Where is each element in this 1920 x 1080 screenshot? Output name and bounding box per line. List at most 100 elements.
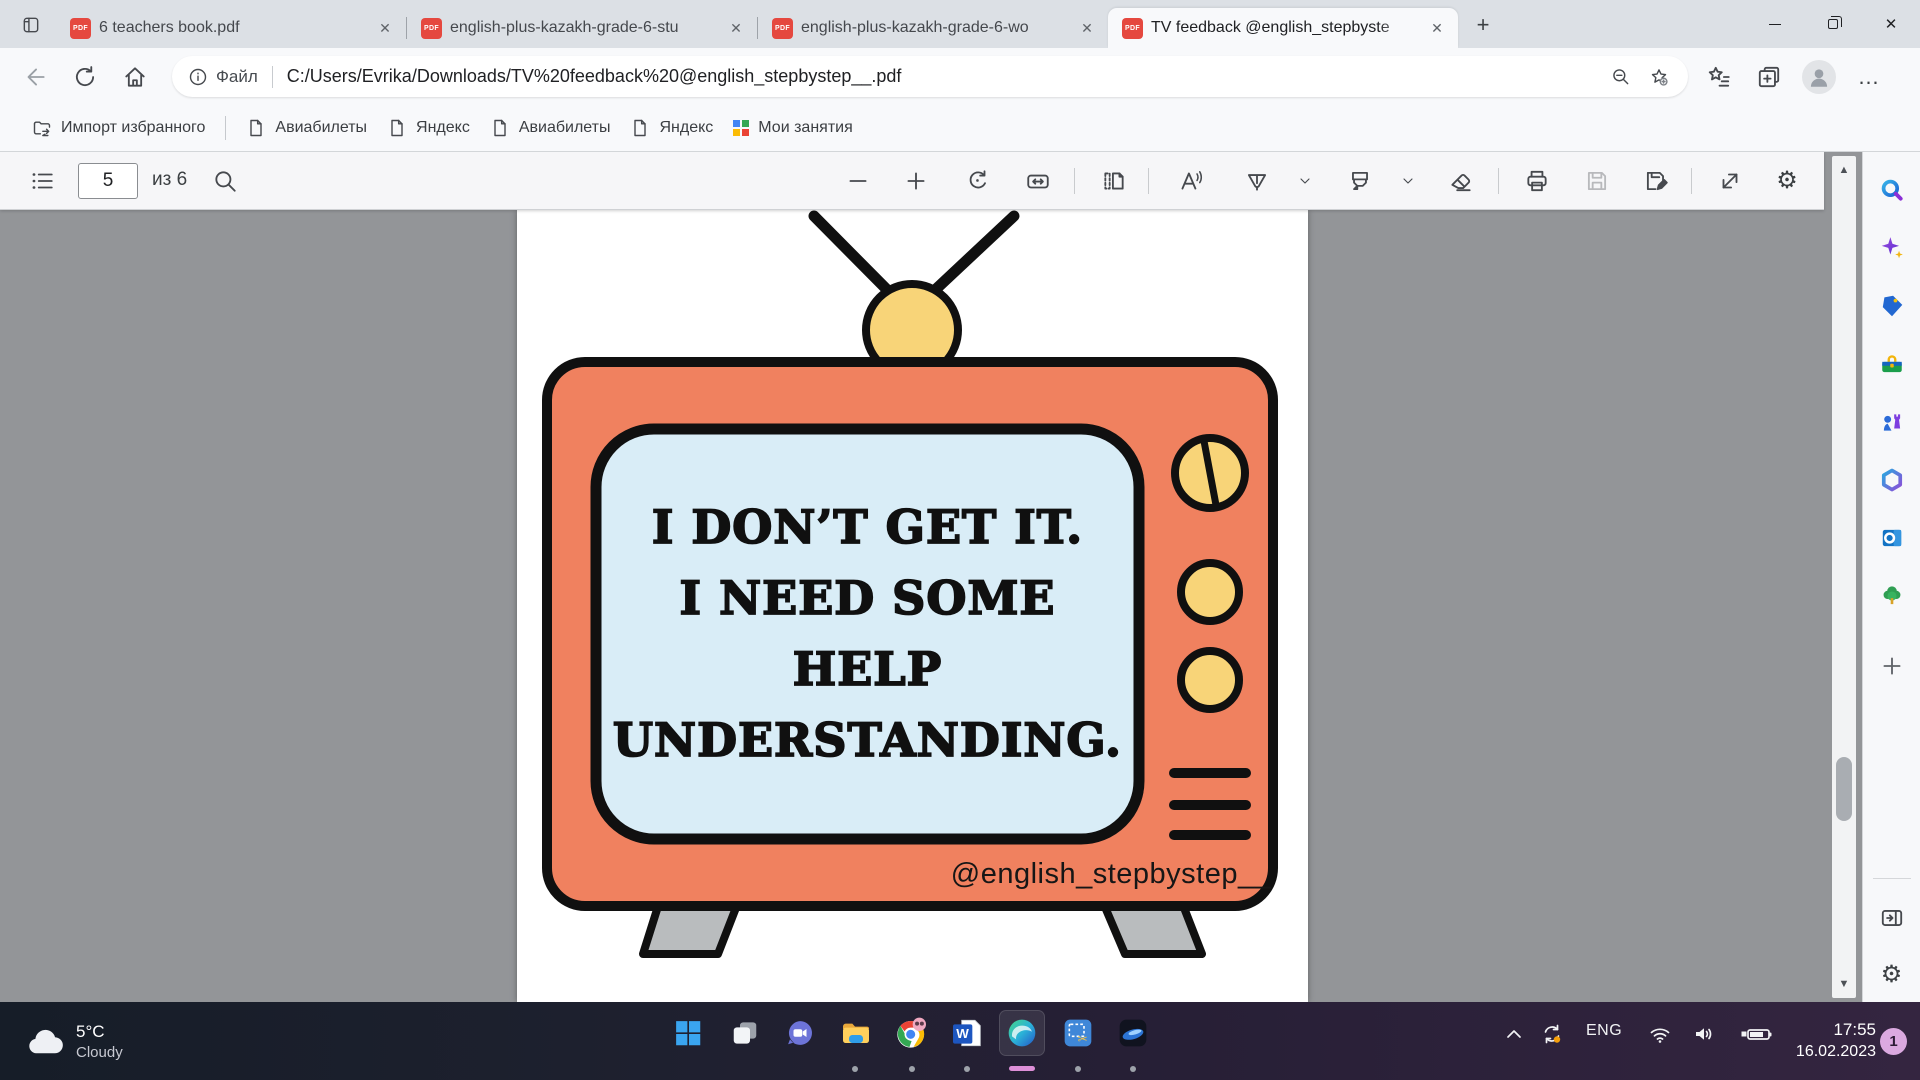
tv-knob-2 (1181, 563, 1239, 621)
task-view-button[interactable] (722, 1010, 768, 1056)
date-label: 16.02.2023 (1796, 1041, 1876, 1062)
tray-wifi-button[interactable] (1648, 1022, 1672, 1046)
svg-text:✂: ✂ (1078, 1032, 1088, 1046)
pdf-contents-button[interactable] (25, 164, 59, 198)
highlighter-icon (1347, 168, 1373, 194)
sidebar-copilot-button[interactable] (1873, 229, 1911, 267)
close-window-button[interactable]: ✕ (1862, 0, 1920, 48)
chrome-button[interactable] (889, 1010, 935, 1056)
refresh-button[interactable] (68, 60, 102, 94)
tray-update-button[interactable] (1540, 1022, 1564, 1046)
sidebar-add-button[interactable] (1873, 647, 1911, 685)
snipping-tool-button[interactable]: ✂ (1055, 1010, 1101, 1056)
fit-width-button[interactable] (1021, 164, 1055, 198)
highlight-button[interactable] (1343, 164, 1377, 198)
read-aloud-button[interactable] (1173, 164, 1207, 198)
tray-volume-button[interactable] (1692, 1022, 1716, 1046)
pdf-scrollbar[interactable]: ▲ ▼ (1832, 156, 1856, 998)
sidebar-outlook-button[interactable] (1873, 519, 1911, 557)
pdf-toolbar: из 6 ⚙ (0, 152, 1824, 210)
scrollbar-thumb[interactable] (1836, 757, 1852, 821)
draw-button[interactable] (1240, 164, 1274, 198)
page-number-input[interactable] (78, 163, 138, 199)
bookmark-item[interactable]: Яндекс (620, 112, 723, 144)
clock-widget[interactable]: 17:55 16.02.2023 (1796, 1018, 1876, 1062)
grid-favicon (733, 120, 749, 136)
restore-icon (1828, 19, 1838, 29)
app-blue-swoosh-button[interactable] (1110, 1010, 1156, 1056)
zoom-out-button[interactable] (841, 164, 875, 198)
tab-2[interactable]: PDF english-plus-kazakh-grade-6-stu ✕ (407, 8, 757, 48)
add-favorite-button[interactable] (1644, 62, 1674, 92)
new-tab-button[interactable]: + (1468, 10, 1498, 40)
address-bar[interactable]: Файл C:/Users/Evrika/Downloads/TV%20feed… (172, 56, 1688, 97)
tab-bar: PDF 6 teachers book.pdf ✕ PDF english-pl… (0, 0, 1920, 48)
browser-menu-button[interactable]: … (1852, 60, 1886, 94)
tab-1[interactable]: PDF 6 teachers book.pdf ✕ (56, 8, 406, 48)
ellipsis-icon: … (1858, 72, 1881, 82)
sidebar-games-button[interactable] (1873, 403, 1911, 441)
sidebar-search-button[interactable] (1873, 171, 1911, 209)
tab-3[interactable]: PDF english-plus-kazakh-grade-6-wo ✕ (758, 8, 1108, 48)
pdf-settings-button[interactable]: ⚙ (1770, 164, 1804, 198)
windows-logo-icon (673, 1018, 703, 1048)
scroll-up-arrow[interactable]: ▲ (1832, 158, 1856, 182)
screen-line-3: HELP (793, 634, 942, 705)
svg-text:W: W (956, 1026, 969, 1041)
tab-close-icon[interactable]: ✕ (374, 17, 396, 39)
sidebar-tools-button[interactable] (1873, 345, 1911, 383)
notification-badge[interactable]: 1 (1880, 1028, 1907, 1055)
start-button[interactable] (665, 1010, 711, 1056)
weather-widget[interactable]: 5°C Cloudy (16, 1015, 133, 1067)
sidebar-settings-button[interactable]: ⚙ (1873, 956, 1911, 994)
info-icon[interactable] (188, 67, 208, 87)
scroll-down-arrow[interactable]: ▼ (1832, 972, 1856, 996)
draw-options-button[interactable] (1288, 164, 1322, 198)
chat-button[interactable] (777, 1010, 823, 1056)
page-view-button[interactable] (1097, 164, 1131, 198)
home-button[interactable] (118, 60, 152, 94)
restore-button[interactable] (1804, 0, 1862, 48)
erase-button[interactable] (1444, 164, 1478, 198)
back-button[interactable] (18, 60, 52, 94)
favorites-button[interactable] (1702, 60, 1736, 94)
minimize-button[interactable] (1746, 0, 1804, 48)
tab-close-icon[interactable]: ✕ (725, 17, 747, 39)
tab-4-active[interactable]: PDF TV feedback @english_stepbyste ✕ (1108, 8, 1458, 48)
url-text[interactable]: C:/Users/Evrika/Downloads/TV%20feedback%… (287, 66, 1598, 87)
sidebar-tree-button[interactable] (1873, 577, 1911, 615)
pdf-viewer: из 6 ⚙ (0, 152, 1862, 1002)
print-button[interactable] (1520, 164, 1554, 198)
pdf-search-button[interactable] (208, 164, 242, 198)
file-explorer-button[interactable] (832, 1010, 878, 1056)
tab-close-icon[interactable]: ✕ (1076, 17, 1098, 39)
pdf-canvas[interactable]: I DON’T GET IT. I NEED SOME HELP UNDERST… (0, 210, 1862, 1002)
tab-close-icon[interactable]: ✕ (1426, 17, 1448, 39)
zoom-in-button[interactable] (899, 164, 933, 198)
bookmark-item[interactable]: Яндекс (377, 112, 480, 144)
sidebar-panel-toggle[interactable] (1873, 899, 1911, 937)
collections-button[interactable] (1752, 60, 1786, 94)
highlight-options-button[interactable] (1391, 164, 1425, 198)
word-button[interactable]: W (944, 1010, 990, 1056)
save-button[interactable] (1580, 164, 1614, 198)
rotate-button[interactable] (961, 164, 995, 198)
sidebar-microsoft365-button[interactable] (1873, 461, 1911, 499)
profile-button[interactable] (1802, 60, 1836, 94)
tray-hidden-icons-button[interactable] (1502, 1022, 1526, 1046)
fullscreen-button[interactable] (1713, 164, 1747, 198)
save-as-button[interactable] (1639, 164, 1673, 198)
sidebar-shopping-button[interactable] (1873, 287, 1911, 325)
bookmark-item[interactable]: Авиабилеты (480, 112, 621, 144)
rotate-icon (965, 168, 991, 194)
import-favorites-button[interactable]: Импорт избранного (22, 112, 215, 144)
edge-button[interactable] (999, 1010, 1045, 1056)
bookmark-item[interactable]: Авиабилеты (236, 112, 377, 144)
tray-battery-button[interactable] (1740, 1022, 1774, 1046)
bookmarks-bar: Импорт избранного Авиабилеты Яндекс Авиа… (0, 105, 1920, 152)
tray-language-button[interactable]: ENG (1586, 1022, 1622, 1040)
active-app-indicator (1009, 1066, 1035, 1071)
bookmark-item[interactable]: Мои занятия (723, 112, 862, 144)
zoom-page-button[interactable] (1606, 62, 1636, 92)
tab-actions-button[interactable] (14, 8, 48, 42)
